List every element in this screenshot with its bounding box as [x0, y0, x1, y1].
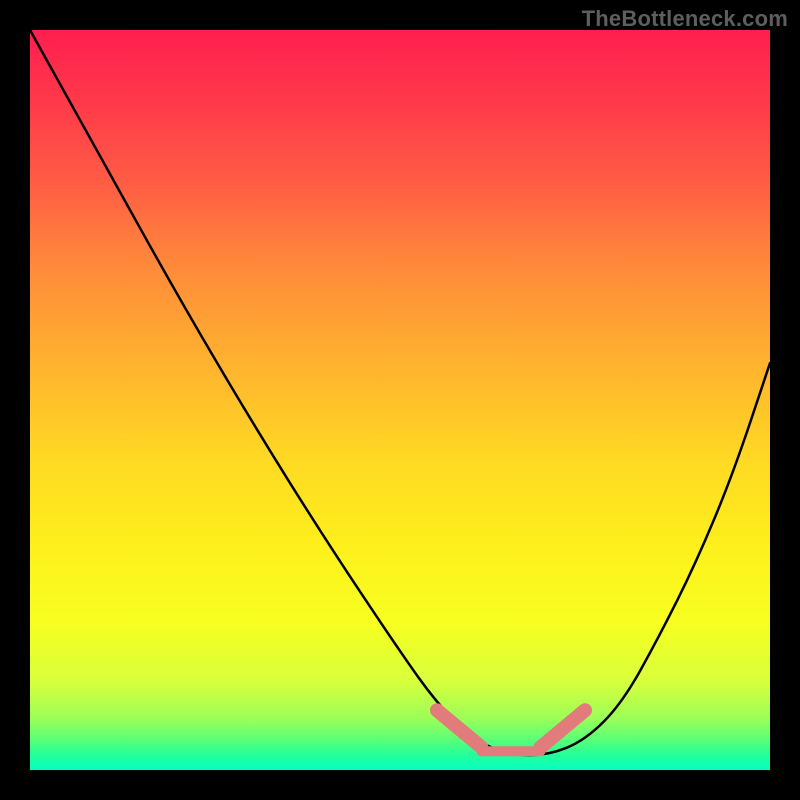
- chart-container: TheBottleneck.com: [0, 0, 800, 800]
- curve-svg: [30, 30, 770, 770]
- highlight-left: [437, 710, 481, 747]
- watermark-text: TheBottleneck.com: [582, 6, 788, 32]
- bottleneck-curve: [30, 30, 770, 755]
- plot-area: [30, 30, 770, 770]
